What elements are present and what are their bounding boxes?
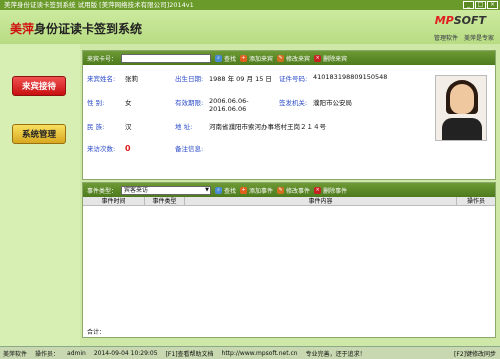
col-event-content[interactable]: 事件内容 <box>185 197 457 205</box>
birth-value: 1988 年 09 月 15 日 <box>209 75 272 83</box>
search-visitor-label: 查找 <box>224 55 237 63</box>
visitor-info: 来宾姓名: 张莉 出生日期: 1988 年 09 月 15 日 证件号码: 41… <box>83 65 495 179</box>
edit-visitor-button[interactable]: ✎ 修改来宾 <box>277 54 310 63</box>
search-event-button[interactable]: ⌕ 查找 <box>215 186 236 195</box>
event-type-label: 事件类型： <box>87 187 118 195</box>
app-title-text: 身份证读卡签到系统 <box>34 22 143 36</box>
link-management-software[interactable]: 管理软件 <box>434 33 458 42</box>
search-visitor-button[interactable]: ⌕ 查找 <box>215 54 236 63</box>
delete-visitor-label: 删除来宾 <box>323 55 348 63</box>
col-event-type[interactable]: 事件类型 <box>145 197 185 205</box>
edit-icon: ✎ <box>277 54 285 62</box>
id-number-value: 410183198809150548 <box>313 73 388 81</box>
visits-label: 来访次数: <box>87 145 116 153</box>
events-table-header: 事件时间 事件类型 事件内容 操作员 <box>83 197 495 206</box>
add-visitor-label: 添加来宾 <box>249 55 274 63</box>
visitor-panel: 来宾卡号： ⌕ 查找 + 添加来宾 ✎ 修改来宾 × 删除来宾 来宾姓名: 张莉… <box>82 50 496 180</box>
status-operator-label: 操作员： <box>35 350 60 358</box>
status-bar: 美萍软件 操作员： admin 2014-09-04 10:29:05 [F1]… <box>0 346 500 359</box>
event-type-select[interactable]: 宾客来访 ▼ <box>121 185 212 195</box>
total-label: 合计： <box>87 329 106 336</box>
app-title: 美萍身份证读卡签到系统 <box>10 20 142 37</box>
add-event-button[interactable]: + 添加事件 <box>240 186 273 195</box>
gender-label: 性 别: <box>87 99 105 107</box>
birth-label: 出生日期: <box>175 75 204 83</box>
status-website[interactable]: http://www.mpsoft.net.cn <box>222 350 298 357</box>
search-icon: ⌕ <box>215 186 223 194</box>
search-icon: ⌕ <box>215 54 223 62</box>
event-type-value: 宾客来访 <box>124 186 149 194</box>
edit-event-label: 修改事件 <box>286 187 311 195</box>
ethnic-value: 汉 <box>125 123 132 131</box>
name-value: 张莉 <box>125 75 138 83</box>
search-event-label: 查找 <box>224 187 237 195</box>
visits-value: 0 <box>125 143 131 153</box>
card-number-input[interactable] <box>121 53 212 63</box>
delete-visitor-button[interactable]: × 删除来宾 <box>314 54 347 63</box>
photo-body <box>442 118 482 140</box>
add-icon: + <box>240 54 248 62</box>
valid-period-value: 2006.06.06-2016.06.06 <box>209 97 249 113</box>
chevron-down-icon: ▼ <box>205 186 210 193</box>
system-admin-button[interactable]: 系统管理 <box>12 124 66 144</box>
add-visitor-button[interactable]: + 添加来宾 <box>240 54 273 63</box>
visitor-photo <box>435 75 487 141</box>
name-label: 来宾姓名: <box>87 75 116 83</box>
ethnic-label: 民 族: <box>87 123 105 131</box>
mpsoft-logo: MPSOFT <box>435 14 486 27</box>
delete-icon: × <box>314 54 322 62</box>
delete-icon: × <box>314 186 322 194</box>
col-operator[interactable]: 操作员 <box>457 197 495 205</box>
status-sync: [F2]键修改同步 <box>454 351 496 358</box>
add-icon: + <box>240 186 248 194</box>
sidebar: 来宾接待 系统管理 <box>0 44 80 346</box>
events-panel: 事件类型： 宾客来访 ▼ ⌕ 查找 + 添加事件 ✎ 修改事件 × 删除事件 事… <box>82 182 496 338</box>
logo-mp: MP <box>434 14 454 27</box>
card-number-label: 来宾卡号： <box>87 55 118 63</box>
reception-button[interactable]: 来宾接待 <box>12 76 66 96</box>
minimize-button[interactable]: _ <box>463 1 474 9</box>
issuer-label: 签发机关: <box>279 99 308 107</box>
address-label: 地 址: <box>175 123 193 131</box>
address-value: 河南省濮阳市索河办事塔村王岗２１４号 <box>209 123 326 131</box>
window-title: 美萍身份证读卡签到系统 试用版 [美萍网络技术有限公司]2014v1 <box>4 1 194 9</box>
status-datetime: 2014-09-04 10:29:05 <box>93 349 158 357</box>
edit-event-button[interactable]: ✎ 修改事件 <box>277 186 310 195</box>
id-number-label: 证件号码: <box>279 75 308 83</box>
link-mpsoft-expert[interactable]: 美萍是专家 <box>464 33 494 42</box>
close-button[interactable]: × <box>487 1 498 9</box>
status-operator: admin <box>67 349 86 357</box>
add-event-label: 添加事件 <box>249 187 274 195</box>
col-event-time[interactable]: 事件时间 <box>83 197 145 205</box>
status-service: 专业完善，还于追求！ <box>305 350 366 358</box>
status-help[interactable]: [F1]查看帮助文档 <box>166 349 214 358</box>
valid-period-label: 有效期限: <box>175 99 204 107</box>
logo-soft: SOFT <box>453 14 486 27</box>
delete-event-button[interactable]: × 删除事件 <box>314 186 347 195</box>
maximize-button[interactable]: □ <box>475 1 486 9</box>
app-header: 美萍身份证读卡签到系统 MPSOFT 管理软件 美萍是专家 <box>0 10 500 44</box>
events-toolbar: 事件类型： 宾客来访 ▼ ⌕ 查找 + 添加事件 ✎ 修改事件 × 删除事件 <box>83 183 495 197</box>
gender-value: 女 <box>125 99 132 107</box>
edit-visitor-label: 修改来宾 <box>286 55 311 63</box>
issuer-value: 濮阳市公安局 <box>313 99 352 107</box>
visitor-toolbar: 来宾卡号： ⌕ 查找 + 添加来宾 ✎ 修改来宾 × 删除来宾 <box>83 51 495 65</box>
photo-face <box>450 84 474 114</box>
delete-event-label: 删除事件 <box>323 187 348 195</box>
remark-label: 备注信息: <box>175 145 204 153</box>
app-title-brand: 美萍 <box>10 22 35 36</box>
status-software: 美萍软件 <box>3 350 28 358</box>
window-titlebar: 美萍身份证读卡签到系统 试用版 [美萍网络技术有限公司]2014v1 _ □ × <box>0 0 500 10</box>
edit-icon: ✎ <box>277 186 285 194</box>
